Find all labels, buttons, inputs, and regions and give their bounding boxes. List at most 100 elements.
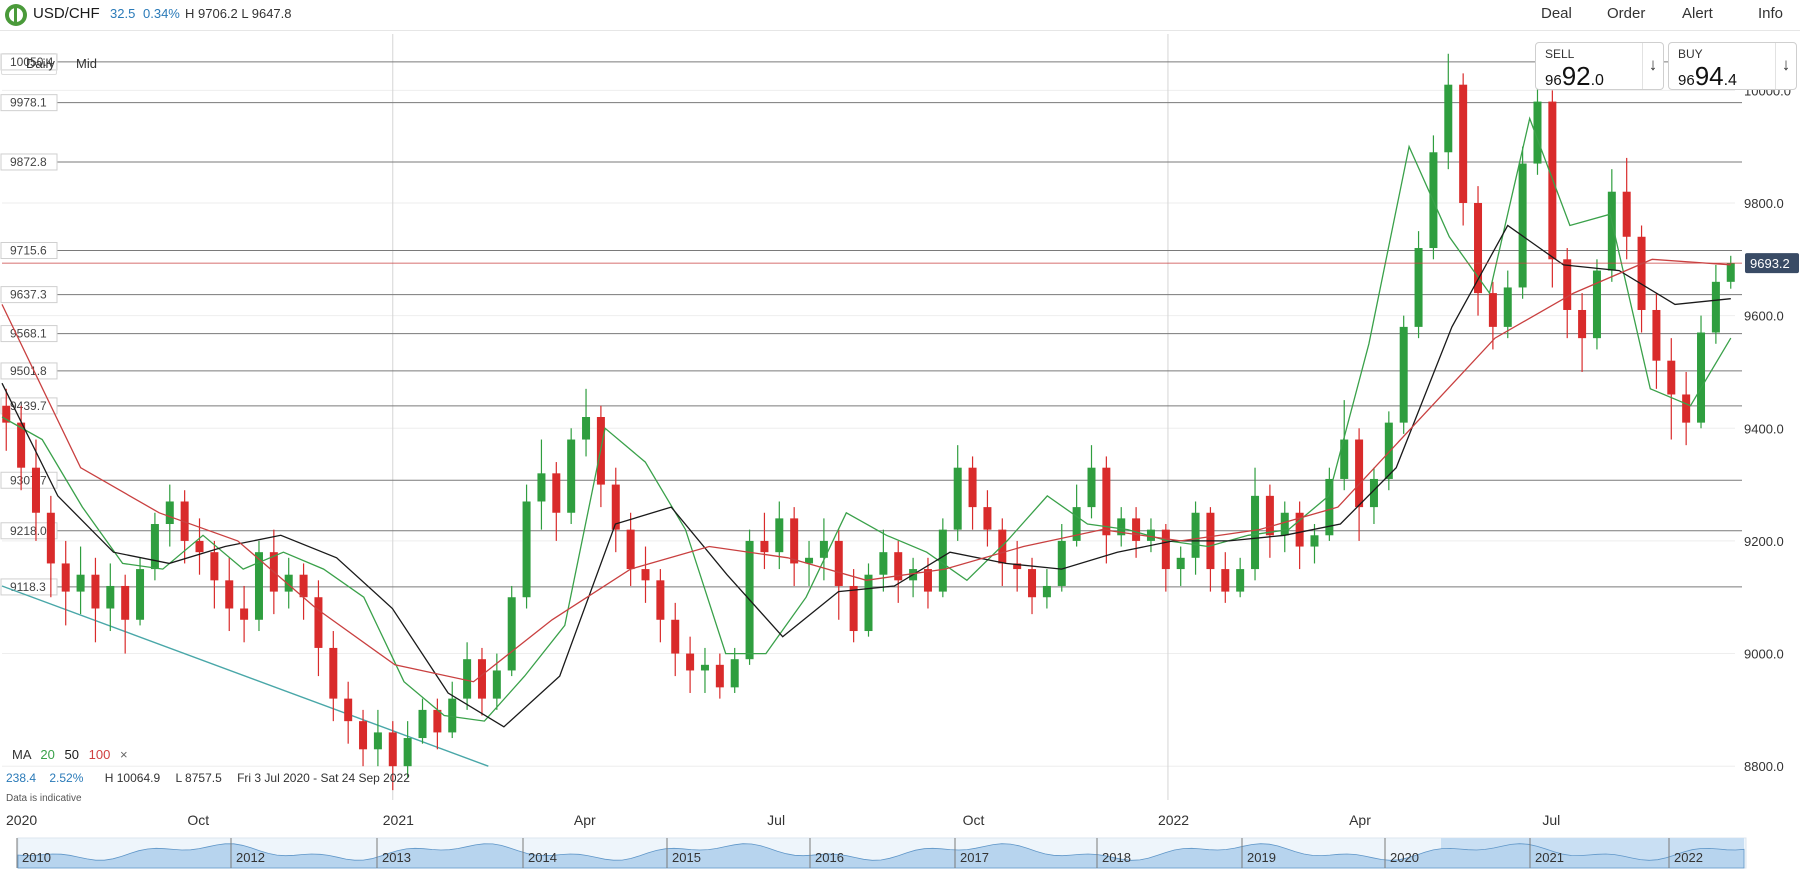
- candle-body: [492, 670, 501, 699]
- candle-body: [626, 529, 635, 570]
- range-pct: 2.52%: [49, 771, 84, 785]
- timeframe-label[interactable]: Daily: [26, 56, 55, 71]
- candle-body: [136, 569, 145, 620]
- candle-body: [879, 552, 888, 575]
- candle-body: [31, 467, 40, 513]
- candle-body: [91, 574, 100, 609]
- candle-body: [775, 518, 784, 553]
- candle-body: [834, 540, 843, 586]
- level-label: 9978.1: [10, 96, 47, 110]
- range-dates: Fri 3 Jul 2020 - Sat 24 Sep 2022: [237, 771, 410, 785]
- candle-body: [1102, 467, 1111, 536]
- navigator-year-label: 2010: [22, 850, 51, 865]
- candle-body: [760, 540, 769, 553]
- sell-price: 9692.0: [1545, 61, 1604, 91]
- candle-body: [983, 507, 992, 530]
- candle-body: [150, 524, 159, 570]
- navigator-year-label: 2012: [236, 850, 265, 865]
- x-tick-label: 2021: [383, 812, 414, 828]
- candle-body: [552, 473, 561, 513]
- navigator-year-label: 2021: [1535, 850, 1564, 865]
- candle-body: [1414, 248, 1423, 327]
- candle-body: [1488, 293, 1497, 327]
- candle-body: [507, 597, 516, 671]
- candle-body: [641, 569, 650, 581]
- sell-arrow-icon[interactable]: ↓: [1642, 43, 1663, 89]
- candle-body: [700, 664, 709, 671]
- y-tick-label: 9400.0: [1744, 421, 1784, 436]
- ma-label: MA: [12, 747, 31, 762]
- candle-body: [1042, 585, 1051, 598]
- current-price-label: 9693.2: [1750, 256, 1790, 271]
- sell-ticket[interactable]: SELL 9692.0 ↓: [1535, 42, 1664, 91]
- candle-body: [1637, 236, 1646, 310]
- ma-legend: MA 20 50 100 ×: [12, 747, 128, 762]
- candle-body: [165, 501, 174, 525]
- candle-body: [1161, 529, 1170, 570]
- candle-body: [329, 647, 338, 699]
- candle-body: [240, 608, 249, 620]
- navigator-year-label: 2013: [382, 850, 411, 865]
- candle-body: [1503, 287, 1512, 327]
- candle-body: [373, 732, 382, 750]
- candle-body: [210, 552, 219, 581]
- candle-body: [359, 721, 368, 750]
- candle-body: [225, 580, 234, 609]
- x-tick-label: 2022: [1158, 812, 1189, 828]
- candle-body: [998, 529, 1007, 564]
- price-chart[interactable]: 10050.49978.19872.89715.69637.39568.1950…: [0, 0, 1800, 870]
- candle-body: [537, 473, 546, 502]
- candle-body: [582, 417, 591, 440]
- x-tick-label: Jul: [1542, 812, 1560, 828]
- candle-body: [1028, 569, 1037, 598]
- candle-body: [968, 467, 977, 508]
- buy-arrow-icon[interactable]: ↓: [1775, 43, 1796, 89]
- level-label: 9218.0: [10, 524, 47, 538]
- y-tick-label: 9000.0: [1744, 647, 1784, 662]
- candle-body: [1310, 535, 1319, 547]
- navigator-year-label: 2014: [528, 850, 557, 865]
- candle-body: [656, 580, 665, 620]
- candle-body: [1726, 263, 1735, 282]
- candle-body: [1652, 309, 1661, 361]
- candle-body: [1578, 309, 1587, 339]
- range-change: 238.4: [6, 771, 37, 785]
- candle-body: [671, 619, 680, 654]
- range-low: L 8757.5: [175, 771, 222, 785]
- candle-body: [76, 574, 85, 592]
- candle-body: [522, 501, 531, 598]
- navigator-year-label: 2016: [815, 850, 844, 865]
- candle-body: [314, 597, 323, 648]
- candle-body: [1057, 540, 1066, 586]
- candle-body: [477, 659, 486, 699]
- candle-body: [1459, 84, 1468, 203]
- candle-body: [1682, 394, 1691, 423]
- candle-body: [938, 529, 947, 592]
- navigator-year-label: 2022: [1674, 850, 1703, 865]
- price-type-label[interactable]: Mid: [76, 56, 97, 71]
- ma100-label[interactable]: 100: [89, 747, 111, 762]
- candle-body: [864, 574, 873, 632]
- close-icon[interactable]: ×: [120, 747, 128, 762]
- ma20-label[interactable]: 20: [40, 747, 54, 762]
- candle-body: [299, 574, 308, 598]
- x-tick-label: Oct: [963, 812, 985, 828]
- candle-body: [121, 585, 130, 620]
- candle-body: [448, 698, 457, 733]
- level-label: 9118.3: [10, 580, 46, 594]
- candle-body: [1592, 270, 1601, 339]
- buy-ticket[interactable]: BUY 9694.4 ↓: [1668, 42, 1797, 91]
- sell-label: SELL: [1545, 47, 1575, 61]
- candle-body: [403, 738, 412, 767]
- candle-body: [433, 709, 442, 733]
- candle-body: [1697, 332, 1706, 423]
- candle-body: [790, 518, 799, 564]
- candle-body: [1667, 360, 1676, 395]
- candle-body: [567, 439, 576, 513]
- candle-body: [1563, 259, 1572, 310]
- navigator-year-label: 2019: [1247, 850, 1276, 865]
- level-label: 9307.7: [10, 473, 47, 487]
- candle-body: [1444, 84, 1453, 153]
- ma50-label[interactable]: 50: [65, 747, 79, 762]
- level-label: 9872.8: [10, 155, 47, 169]
